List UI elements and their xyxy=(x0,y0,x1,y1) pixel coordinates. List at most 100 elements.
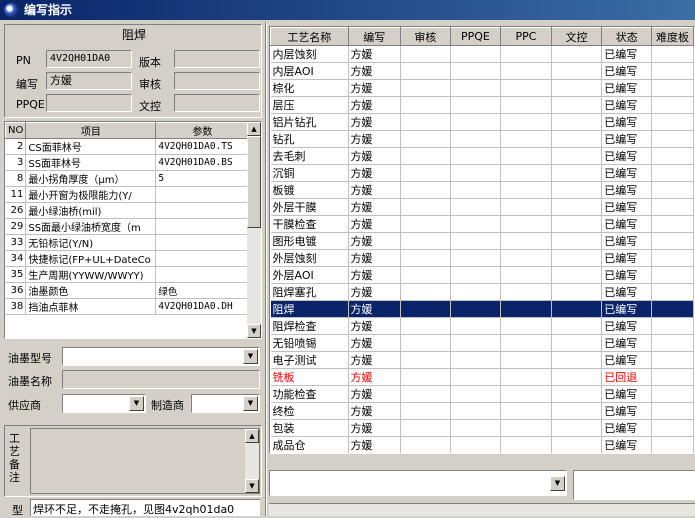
process-row[interactable]: 无铅喷锡 方媛 已编写 xyxy=(270,334,694,352)
chevron-down-icon[interactable]: ▼ xyxy=(243,396,258,411)
proc-header-ppqe[interactable]: PPQE xyxy=(449,27,502,46)
supplier-combo[interactable]: ▼ xyxy=(62,394,146,413)
param-row[interactable]: 2 CS面菲林号 4V2QH01DA0.TS xyxy=(5,138,250,155)
bottom-text-field[interactable]: 焊环不足，不走掩孔，见图4v2qh01da0 xyxy=(30,499,260,516)
pn-field[interactable]: 4V2QH01DA0 xyxy=(46,50,132,68)
process-row[interactable]: 铣板 方媛 已回退 xyxy=(270,368,694,386)
chevron-down-icon[interactable]: ▼ xyxy=(243,349,258,364)
process-name: 铝片钻孔 xyxy=(270,113,349,131)
process-row[interactable]: 成品仓 方媛 已编写 xyxy=(270,436,694,453)
param-row[interactable]: 29 SS面最小绿油桥宽度（m xyxy=(5,218,250,235)
param-table[interactable]: NO 项目 参数 2 CS面菲林号 4V2QH01DA0.TS 3 SS面菲林号 4V2Q… xyxy=(4,121,262,339)
param-row[interactable]: 8 最小拐角厚度（μm） 5 xyxy=(5,170,250,187)
param-item: 生产周期(YYWW/WWYY) xyxy=(25,266,157,283)
author-field[interactable]: 方媛 xyxy=(46,72,132,90)
param-value[interactable]: 4V2QH01DA0.DH xyxy=(155,298,250,315)
process-author: 方媛 xyxy=(348,334,402,352)
scroll-down-icon[interactable]: ▼ xyxy=(245,479,259,493)
scroll-thumb[interactable] xyxy=(247,136,261,228)
param-item: 最小开窗为极限能力(Y/ xyxy=(25,186,157,203)
process-difficulty xyxy=(651,232,694,250)
process-ppqe xyxy=(450,334,502,352)
remark-textarea[interactable]: ▲ ▼ xyxy=(30,428,260,494)
splitter[interactable] xyxy=(265,22,267,516)
process-row[interactable]: 内层蚀刻 方媛 已编写 xyxy=(270,45,694,63)
process-row[interactable]: 干膜检查 方媛 已编写 xyxy=(270,215,694,233)
param-header-no[interactable]: NO xyxy=(5,122,27,139)
process-row[interactable]: 外层AOI 方媛 已编写 xyxy=(270,266,694,284)
param-header-value[interactable]: 参数 xyxy=(155,122,250,139)
proc-header-status[interactable]: 状态 xyxy=(601,27,653,46)
right-bottom-combo[interactable]: ▼ xyxy=(269,470,567,496)
right-bottom-text[interactable] xyxy=(573,470,695,500)
param-value[interactable] xyxy=(155,266,250,283)
param-value[interactable] xyxy=(155,186,250,203)
author-label: 编写 xyxy=(16,78,38,91)
process-row[interactable]: 棕化 方媛 已编写 xyxy=(270,79,694,97)
maker-combo[interactable]: ▼ xyxy=(191,394,260,413)
param-value[interactable]: 4V2QH01DA0.TS xyxy=(155,138,250,155)
ink-model-combo[interactable]: ▼ xyxy=(62,347,260,366)
process-row[interactable]: 终检 方媛 已编写 xyxy=(270,402,694,420)
param-value[interactable]: 5 xyxy=(155,170,250,187)
process-wenkong xyxy=(551,266,603,284)
process-row[interactable]: 层压 方媛 已编写 xyxy=(270,96,694,114)
process-author: 方媛 xyxy=(348,181,402,199)
process-row[interactable]: 电子测试 方媛 已编写 xyxy=(270,351,694,369)
process-row[interactable]: 外层蚀刻 方媛 已编写 xyxy=(270,249,694,267)
process-row[interactable]: 板镀 方媛 已编写 xyxy=(270,181,694,199)
process-row[interactable]: 去毛刺 方媛 已编写 xyxy=(270,147,694,165)
param-row[interactable]: 34 快捷标记(FP+UL+DateCo xyxy=(5,250,250,267)
review-field[interactable] xyxy=(174,72,260,90)
param-value[interactable]: 绿色 xyxy=(155,282,250,299)
process-row[interactable]: 功能检查 方媛 已编写 xyxy=(270,385,694,403)
scroll-down-icon[interactable]: ▼ xyxy=(247,324,261,338)
param-value[interactable] xyxy=(155,202,250,219)
process-difficulty xyxy=(651,79,694,97)
process-row[interactable]: 外层干膜 方媛 已编写 xyxy=(270,198,694,216)
scroll-up-icon[interactable]: ▲ xyxy=(245,429,259,443)
proc-header-name[interactable]: 工艺名称 xyxy=(270,27,349,46)
proc-header-difficulty[interactable]: 难度板 xyxy=(651,27,694,46)
param-row[interactable]: 36 油墨颜色 绿色 xyxy=(5,282,250,299)
proc-header-author[interactable]: 编写 xyxy=(347,27,402,46)
process-row[interactable]: 包装 方媛 已编写 xyxy=(270,419,694,437)
process-ppqe xyxy=(450,300,502,318)
chevron-down-icon[interactable]: ▼ xyxy=(129,396,144,411)
proc-header-wenkong[interactable]: 文控 xyxy=(550,27,603,46)
process-wenkong xyxy=(551,351,603,369)
scroll-up-icon[interactable]: ▲ xyxy=(247,122,261,136)
process-row[interactable]: 阻焊检查 方媛 已编写 xyxy=(270,317,694,335)
version-field[interactable] xyxy=(174,50,260,68)
process-row[interactable]: 阻焊塞孔 方媛 已编写 xyxy=(270,283,694,301)
ink-name-field[interactable] xyxy=(62,370,260,389)
param-row[interactable]: 38 挡油点菲林 4V2QH01DA0.DH xyxy=(5,298,250,315)
process-row[interactable]: 内层AOI 方媛 已编写 xyxy=(270,62,694,80)
process-row[interactable]: 阻焊 方媛 已编写 xyxy=(270,300,694,318)
ink-name-label: 油墨名称 xyxy=(8,375,52,388)
param-value[interactable] xyxy=(155,250,250,267)
wenkong-field[interactable] xyxy=(174,94,260,112)
param-row[interactable]: 33 无铅标记(Y/N) xyxy=(5,234,250,251)
process-wenkong xyxy=(551,283,603,301)
proc-header-review[interactable]: 审核 xyxy=(400,27,451,46)
process-row[interactable]: 钻孔 方媛 已编写 xyxy=(270,130,694,148)
process-row[interactable]: 铝片钻孔 方媛 已编写 xyxy=(270,113,694,131)
param-scrollbar[interactable]: ▲ ▼ xyxy=(247,122,261,338)
param-header-item[interactable]: 项目 xyxy=(25,122,157,139)
ppqe-field[interactable] xyxy=(46,94,132,112)
process-review xyxy=(400,385,451,403)
param-row[interactable]: 3 SS面菲林号 4V2QH01DA0.BS xyxy=(5,154,250,171)
param-value[interactable]: 4V2QH01DA0.BS xyxy=(155,154,250,171)
param-row[interactable]: 26 最小绿油桥(mil) xyxy=(5,202,250,219)
param-row[interactable]: 11 最小开窗为极限能力(Y/ xyxy=(5,186,250,203)
remark-scrollbar[interactable]: ▲ ▼ xyxy=(245,429,259,493)
param-value[interactable] xyxy=(155,234,250,251)
chevron-down-icon[interactable]: ▼ xyxy=(550,476,565,491)
proc-header-ppc[interactable]: PPC xyxy=(500,27,552,46)
process-table[interactable]: 工艺名称 编写 审核 PPQE PPC 文控 状态 难度板 内层蚀刻 方媛 已编写内… xyxy=(269,26,695,454)
param-value[interactable] xyxy=(155,218,250,235)
process-row[interactable]: 沉铜 方媛 已编写 xyxy=(270,164,694,182)
param-row[interactable]: 35 生产周期(YYWW/WWYY) xyxy=(5,266,250,283)
process-row[interactable]: 图形电镀 方媛 已编写 xyxy=(270,232,694,250)
